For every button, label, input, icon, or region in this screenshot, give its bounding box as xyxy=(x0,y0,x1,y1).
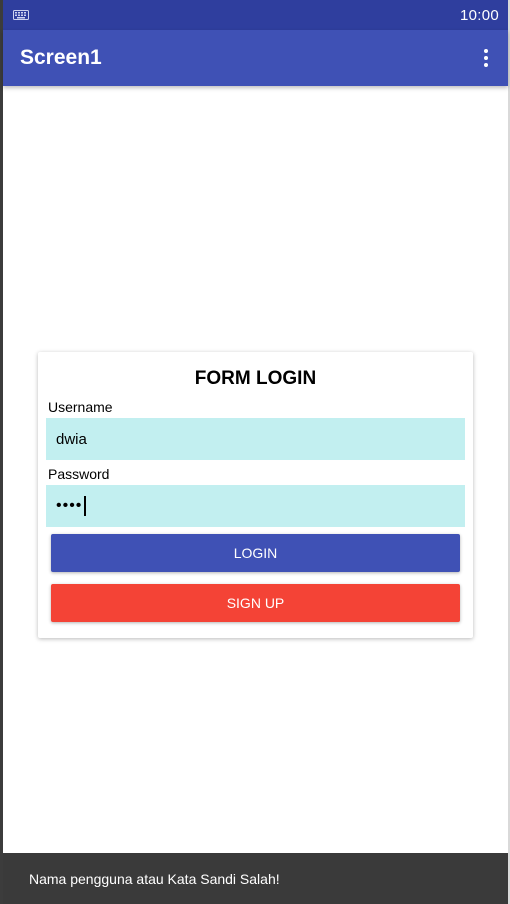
password-value: •••• xyxy=(56,497,83,514)
form-title: FORM LOGIN xyxy=(194,368,317,389)
password-input[interactable]: •••• xyxy=(46,485,465,527)
emulator-frame-left xyxy=(0,0,3,904)
login-button[interactable]: LOGIN xyxy=(51,534,460,572)
toast-message: Nama pengguna atau Kata Sandi Salah! xyxy=(3,853,508,904)
username-input[interactable]: dwia xyxy=(46,418,465,460)
overflow-menu-icon[interactable] xyxy=(476,46,496,70)
status-time: 10:00 xyxy=(459,6,499,24)
toast-text: Nama pengguna atau Kata Sandi Salah! xyxy=(29,870,280,887)
password-label: Password xyxy=(48,466,110,482)
sign-up-button[interactable]: SIGN UP xyxy=(51,584,460,622)
login-card: FORM LOGIN Username dwia Password •••• L… xyxy=(38,352,473,638)
keyboard-icon xyxy=(13,10,29,20)
username-value: dwia xyxy=(56,430,87,448)
app-title: Screen1 xyxy=(20,46,102,69)
text-cursor xyxy=(84,496,87,516)
username-label: Username xyxy=(48,399,113,415)
app-bar: Screen1 xyxy=(3,30,508,86)
status-bar: 10:00 xyxy=(3,0,508,30)
